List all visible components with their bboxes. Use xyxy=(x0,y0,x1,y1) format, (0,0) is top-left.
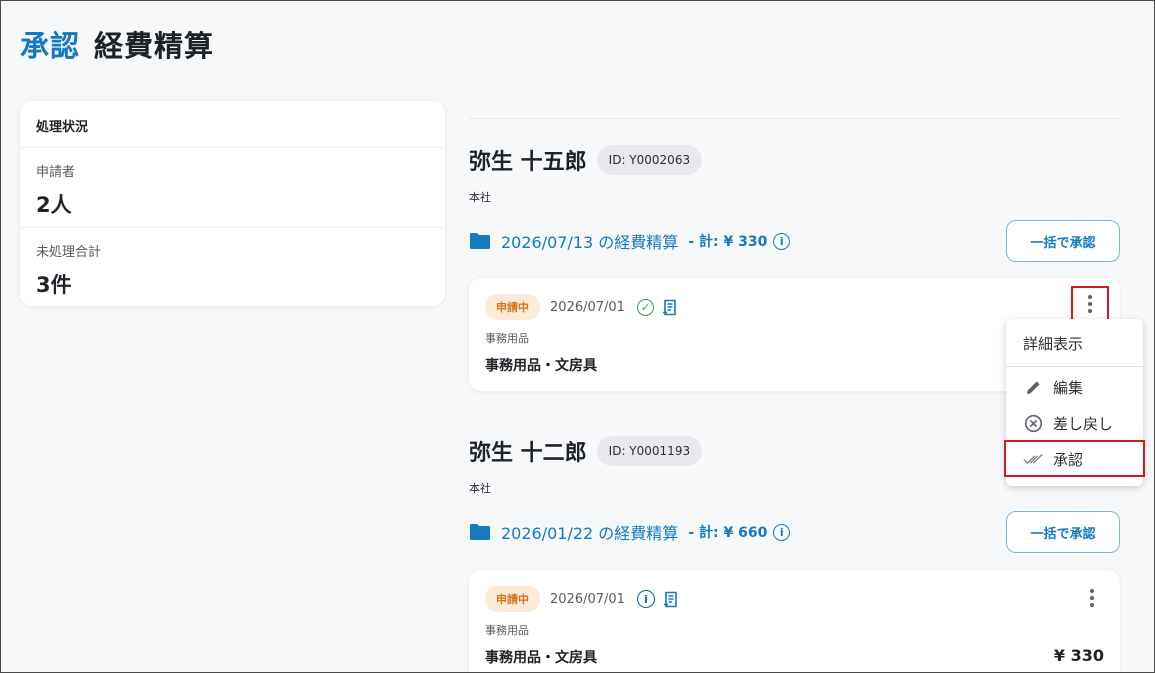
more-options-icon[interactable] xyxy=(1073,580,1111,616)
menu-item-send-back[interactable]: 差し戻し xyxy=(1006,406,1143,440)
item-category: 事務用品 xyxy=(485,624,529,637)
applicant-count-value: 2人 xyxy=(36,193,72,217)
pending-total-label: 未処理合計 xyxy=(36,245,102,260)
bulk-approve-button[interactable]: 一括で承認 xyxy=(1006,220,1120,262)
cancel-circle-icon xyxy=(1023,413,1043,433)
status-card-heading: 処理状況 xyxy=(20,101,445,148)
receipt-icon[interactable] xyxy=(662,299,678,316)
item-category: 事務用品 xyxy=(485,332,529,345)
check-circle-icon: ✓ xyxy=(636,298,654,316)
info-icon[interactable]: i xyxy=(773,232,791,250)
menu-item-label: 差し戻し xyxy=(1053,414,1114,433)
status-badge: 申請中 xyxy=(485,294,540,320)
receipt-icon[interactable] xyxy=(663,591,679,608)
info-icon[interactable]: i xyxy=(773,523,791,541)
menu-divider xyxy=(1006,366,1143,367)
applicant-branch: 本社 xyxy=(469,191,491,204)
menu-item-label: 詳細表示 xyxy=(1023,334,1084,353)
claim-header: 2026/07/13 の経費精算 - 計: ¥ 330 i 一括で承認 xyxy=(469,220,1120,262)
page-title: 承認 経費精算 xyxy=(20,23,214,65)
app-window: 承認 経費精算 処理状況 申請者 2人 未処理合計 3件 弥生 十五郎 ID: … xyxy=(0,0,1155,673)
claim-header: 2026/01/22 の経費精算 - 計: ¥ 660 i 一括で承認 xyxy=(469,511,1120,553)
claim-total: - 計: ¥ 330 xyxy=(688,234,768,250)
approve-highlight-box xyxy=(1004,440,1145,477)
applicant-name: 弥生 十二郎 xyxy=(469,441,587,466)
status-badge: 申請中 xyxy=(485,586,540,612)
info-icon[interactable]: i xyxy=(636,590,655,608)
menu-item-label: 編集 xyxy=(1053,378,1084,397)
expense-item-card[interactable]: 申請中 2026/07/01 i 事務用品 事務用品・文房具 ¥ 330 xyxy=(469,570,1120,672)
applicant-name: 弥生 十五郎 xyxy=(469,150,587,175)
pencil-icon xyxy=(1023,377,1043,397)
more-options-icon[interactable] xyxy=(1071,286,1109,322)
pending-total-row: 未処理合計 3件 xyxy=(20,228,445,308)
applicant-id-badge: ID: Y0002063 xyxy=(596,145,703,175)
claim-title-link[interactable]: 2026/01/22 の経費精算 xyxy=(501,520,678,544)
page-title-accent: 承認 xyxy=(20,29,81,63)
claim-total: - 計: ¥ 660 xyxy=(688,525,768,541)
item-amount: ¥ 330 xyxy=(1053,646,1104,665)
claim-title-link[interactable]: 2026/07/13 の経費精算 xyxy=(501,229,678,253)
folder-icon xyxy=(470,524,490,540)
page-title-main: 経費精算 xyxy=(94,29,215,63)
section-divider xyxy=(469,118,1120,119)
item-date: 2026/07/01 xyxy=(550,591,625,607)
applicant-id-badge: ID: Y0001193 xyxy=(596,436,703,466)
item-name: 事務用品・文房具 xyxy=(485,650,597,666)
folder-icon xyxy=(470,233,490,249)
applicant-count-label: 申請者 xyxy=(36,165,76,180)
menu-item-edit[interactable]: 編集 xyxy=(1006,370,1143,404)
menu-item-details[interactable]: 詳細表示 xyxy=(1006,326,1143,360)
item-name: 事務用品・文房具 xyxy=(485,358,597,374)
bulk-approve-button[interactable]: 一括で承認 xyxy=(1006,511,1120,553)
applicant-section: 弥生 十五郎 ID: Y0002063 本社 xyxy=(469,144,1120,205)
pending-total-value: 3件 xyxy=(36,273,72,297)
applicant-count-row: 申請者 2人 xyxy=(20,148,445,228)
status-summary-card: 処理状況 申請者 2人 未処理合計 3件 xyxy=(20,101,445,306)
item-date: 2026/07/01 xyxy=(550,299,625,315)
